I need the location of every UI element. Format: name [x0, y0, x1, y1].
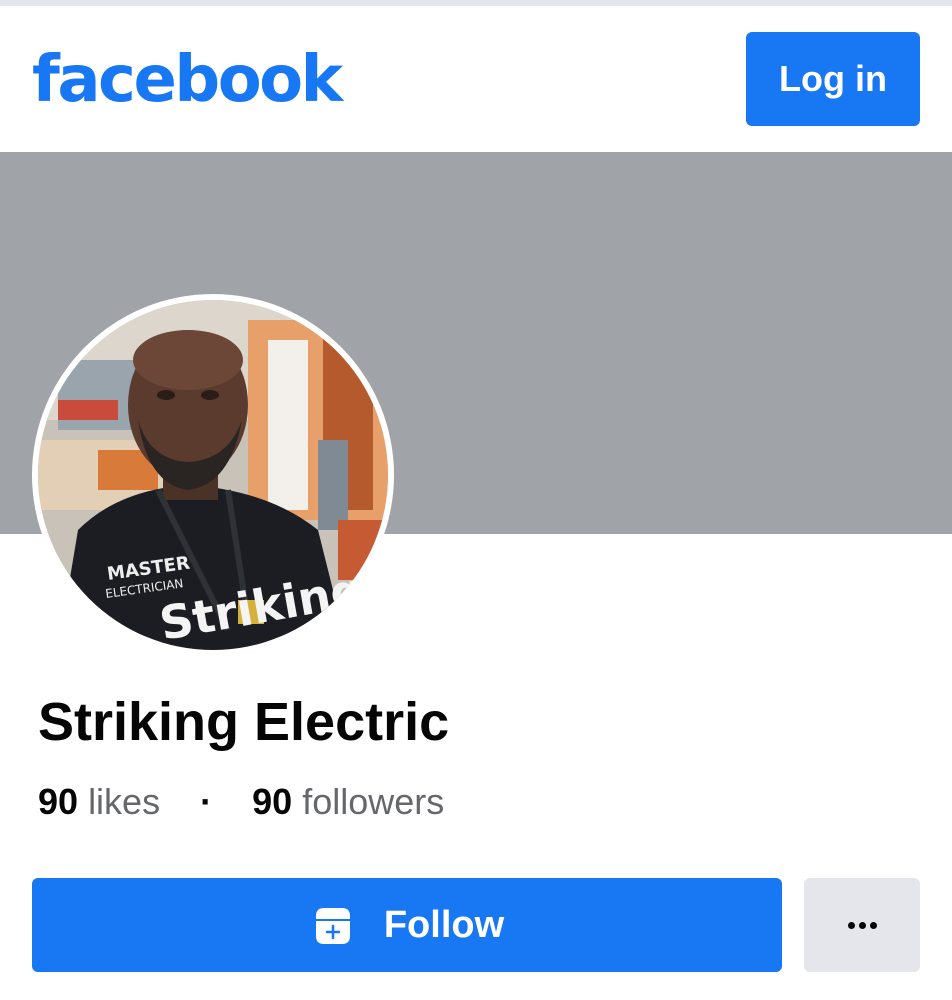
header-bar: facebook Log in: [0, 6, 952, 152]
avatar-photo: MASTER ELECTRICIAN Striking: [38, 300, 388, 650]
login-button[interactable]: Log in: [746, 32, 920, 126]
follow-icon: [315, 908, 350, 944]
followers-label: followers: [302, 781, 445, 822]
stats-separator: ·: [200, 781, 213, 822]
more-icon: [847, 921, 877, 929]
follow-label: Follow: [383, 903, 505, 946]
facebook-logo[interactable]: facebook: [32, 40, 343, 120]
avatar-image: MASTER ELECTRICIAN Striking: [38, 300, 388, 650]
likes-label: likes: [88, 781, 161, 822]
profile-avatar[interactable]: MASTER ELECTRICIAN Striking: [32, 294, 394, 656]
page-title: Striking Electric: [38, 692, 450, 752]
follow-button[interactable]: Follow: [32, 878, 782, 972]
likes-count: 90: [38, 781, 79, 822]
more-options-button[interactable]: [804, 878, 920, 972]
page-stats: 90 likes · 90 followers: [38, 782, 444, 822]
followers-count: 90: [252, 781, 293, 822]
